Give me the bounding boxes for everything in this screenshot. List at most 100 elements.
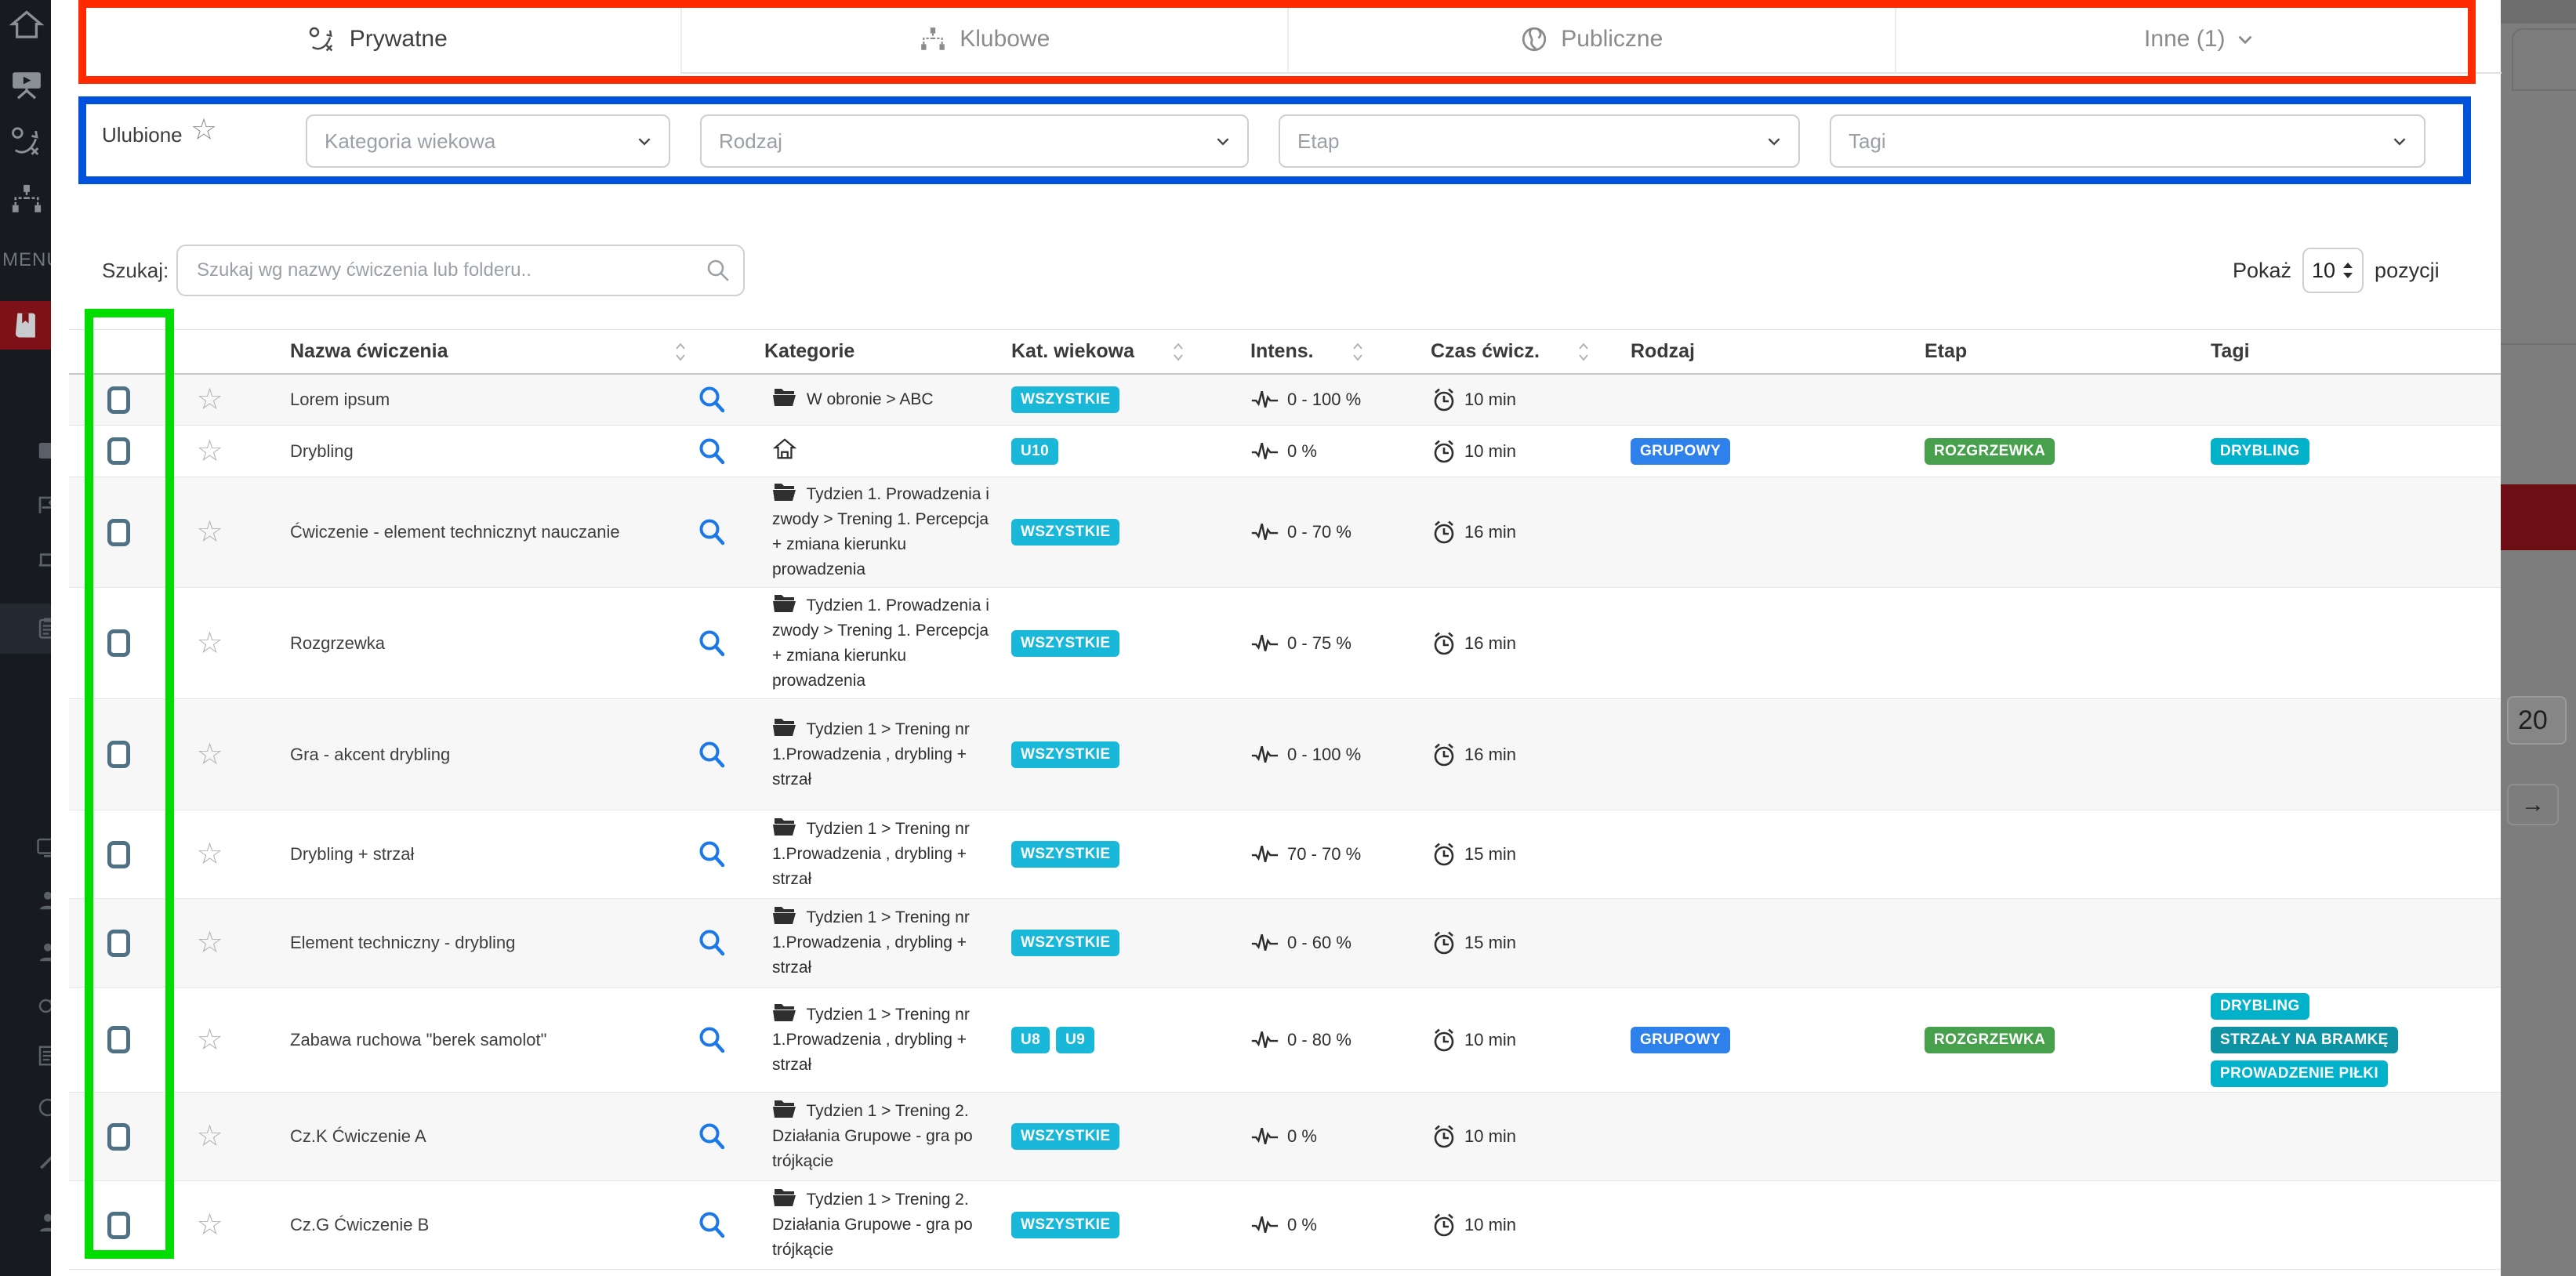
sidebar-menu-label: MENU <box>2 249 51 271</box>
category-path: Tydzien 1 > Trening 2. Działania Grupowe… <box>756 1187 1003 1263</box>
tab-publiczne[interactable]: Publiczne <box>1287 6 1895 74</box>
sidebar-person-icon[interactable] <box>36 889 51 916</box>
preview-magnifier-icon[interactable] <box>698 386 756 414</box>
badge: WSZYSTKIE <box>1011 741 1119 768</box>
age-category-cell: WSZYSTKIE <box>1003 386 1243 413</box>
preview-magnifier-icon[interactable] <box>698 741 756 769</box>
sidebar-pencil-icon[interactable] <box>36 1147 51 1175</box>
row-checkbox[interactable] <box>107 1123 130 1151</box>
duration-cell: 10 min <box>1423 1212 1623 1238</box>
sort-icon[interactable] <box>674 340 687 364</box>
row-checkbox[interactable] <box>107 1212 130 1239</box>
book-icon <box>11 310 41 340</box>
tab-prywatne[interactable]: Prywatne <box>74 6 680 74</box>
sidebar-clipboard-icon[interactable] <box>36 616 51 643</box>
table-row[interactable]: ☆Lorem ipsum W obronie > ABCWSZYSTKIE0 -… <box>69 375 2501 426</box>
tab-inne[interactable]: Inne (1) <box>1895 6 2502 74</box>
preview-magnifier-icon[interactable] <box>698 629 756 658</box>
dimmed-background-page: 20 → <box>2501 0 2576 1276</box>
magnifier-icon <box>698 629 726 658</box>
sidebar-icon[interactable] <box>36 439 51 466</box>
sort-icon[interactable] <box>1577 340 1590 364</box>
folder-icon <box>772 482 797 503</box>
sidebar-presentation-icon[interactable] <box>9 66 44 100</box>
dropdown-etap[interactable]: Etap <box>1279 114 1800 168</box>
tab-klubowe[interactable]: Klubowe <box>680 6 1288 74</box>
exercise-name: Cz.K Ćwiczenie A <box>251 1126 698 1147</box>
favorite-star-icon[interactable]: ☆ <box>169 1210 251 1240</box>
intensity-value: 0 % <box>1287 1126 1317 1147</box>
favorite-star-icon[interactable]: ☆ <box>169 1122 251 1151</box>
preview-magnifier-icon[interactable] <box>698 840 756 868</box>
favorite-star-icon[interactable]: ☆ <box>169 740 251 770</box>
row-checkbox[interactable] <box>107 386 130 414</box>
chevron-down-icon <box>2393 137 2407 146</box>
table-row[interactable]: ☆Element techniczny - drybling Tydzien 1… <box>69 899 2501 988</box>
row-checkbox[interactable] <box>107 841 130 868</box>
dropdown-rodzaj[interactable]: Rodzaj <box>700 114 1249 168</box>
category-path: Tydzien 1. Prowadzenia i zwody > Trening… <box>756 482 1003 582</box>
search-input[interactable] <box>176 245 745 296</box>
table-row[interactable]: ☆Gra - akcent drybling Tydzien 1 > Treni… <box>69 699 2501 810</box>
search-bar: Szukaj: Pokaż 10 pozycji <box>51 245 2501 301</box>
header-intensity[interactable]: Intens. <box>1243 340 1423 364</box>
checkbox-cell <box>69 741 169 768</box>
dropdown-kategoria-wiekowa[interactable]: Kategoria wiekowa <box>306 114 670 168</box>
sort-icon[interactable] <box>1351 340 1364 364</box>
table-row[interactable]: ☆Zabawa ruchowa "berek samolot" Tydzien … <box>69 988 2501 1093</box>
table-row[interactable]: ☆Rozgrzewka Tydzien 1. Prowadzenia i zwo… <box>69 588 2501 699</box>
preview-magnifier-icon[interactable] <box>698 1122 756 1151</box>
table-row[interactable]: ☆Drybling U100 %10 minGRUPOWYROZGRZEWKAD… <box>69 426 2501 477</box>
intensity-cell: 0 % <box>1243 440 1423 463</box>
badge: STRZAŁY NA BRAMKĘ <box>2211 1027 2398 1053</box>
preview-magnifier-icon[interactable] <box>698 1211 756 1239</box>
background-red-bar <box>2501 484 2576 550</box>
sidebar-person-icon[interactable] <box>36 1211 51 1238</box>
table-row[interactable]: ☆Cz.K Ćwiczenie A Tydzien 1 > Trening 2.… <box>69 1093 2501 1181</box>
sidebar-icon[interactable] <box>36 494 51 521</box>
header-name[interactable]: Nazwa ćwiczenia <box>251 340 698 364</box>
table-body: ☆Lorem ipsum W obronie > ABCWSZYSTKIE0 -… <box>69 375 2501 1270</box>
sidebar-list-icon[interactable] <box>36 1044 51 1071</box>
row-checkbox[interactable] <box>107 1026 130 1053</box>
favorite-star-icon[interactable]: ☆ <box>169 437 251 466</box>
favorite-star-icon[interactable]: ☆ <box>169 517 251 547</box>
favorite-star-icon[interactable]: ☆ <box>169 839 251 869</box>
sidebar-person-icon[interactable] <box>36 941 51 968</box>
row-checkbox[interactable] <box>107 629 130 657</box>
favorites-star-icon[interactable]: ☆ <box>190 115 217 145</box>
sidebar-item-active[interactable] <box>0 301 51 350</box>
table-row[interactable]: ☆Ćwiczenie - element technicznyt nauczan… <box>69 477 2501 588</box>
sort-icon[interactable] <box>1172 340 1185 364</box>
sidebar-home-icon[interactable] <box>9 8 44 42</box>
favorite-star-icon[interactable]: ☆ <box>169 928 251 958</box>
preview-magnifier-icon[interactable] <box>698 437 756 466</box>
age-category-cell: U8U9 <box>1003 1027 1243 1053</box>
category-text: Tydzien 1 > Trening 2. Działania Grupowe… <box>772 1191 973 1259</box>
page-size-value: 10 <box>2312 259 2335 283</box>
dropdown-tagi[interactable]: Tagi <box>1830 114 2425 168</box>
sidebar-monitor-icon[interactable] <box>36 836 51 863</box>
sidebar-icon[interactable] <box>36 549 51 576</box>
row-checkbox[interactable] <box>107 519 130 546</box>
sidebar-tactics-icon[interactable] <box>9 124 44 158</box>
row-checkbox[interactable] <box>107 930 130 957</box>
page-size-stepper[interactable]: 10 <box>2302 248 2364 293</box>
table-row[interactable]: ☆Drybling + strzał Tydzien 1 > Trening n… <box>69 810 2501 899</box>
preview-magnifier-icon[interactable] <box>698 929 756 957</box>
header-time[interactable]: Czas ćwicz. <box>1423 340 1623 364</box>
preview-magnifier-icon[interactable] <box>698 1026 756 1054</box>
favorite-star-icon[interactable]: ☆ <box>169 1025 251 1055</box>
sidebar-club-icon[interactable] <box>9 182 44 216</box>
table-row[interactable]: ☆Cz.G Ćwiczenie B Tydzien 1 > Trening 2.… <box>69 1181 2501 1270</box>
favorite-star-icon[interactable]: ☆ <box>169 629 251 658</box>
preview-magnifier-icon[interactable] <box>698 518 756 546</box>
intensity-cell: 0 - 60 % <box>1243 931 1423 955</box>
duration-value: 10 min <box>1464 1126 1516 1147</box>
row-checkbox[interactable] <box>107 741 130 768</box>
sidebar-circle-icon[interactable] <box>36 1096 51 1123</box>
header-age[interactable]: Kat. wiekowa <box>1003 340 1243 364</box>
sidebar-whistle-icon[interactable] <box>36 992 51 1020</box>
row-checkbox[interactable] <box>107 437 130 465</box>
favorite-star-icon[interactable]: ☆ <box>169 385 251 415</box>
